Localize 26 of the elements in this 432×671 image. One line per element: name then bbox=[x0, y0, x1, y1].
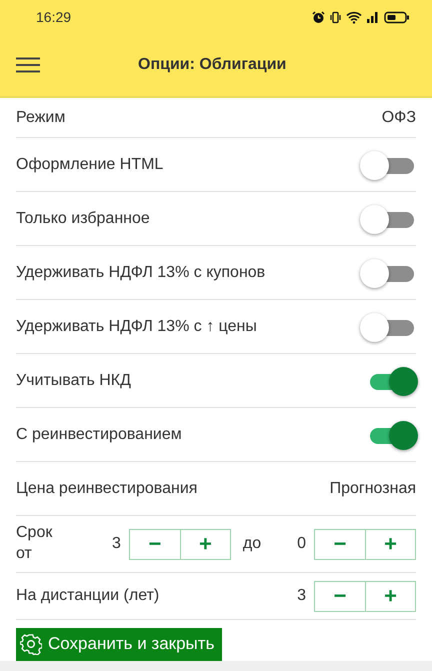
vibrate-icon bbox=[329, 10, 342, 24]
gear-icon bbox=[20, 632, 42, 655]
save-and-close-button[interactable]: Сохранить и закрыть bbox=[16, 628, 222, 660]
option-label: Учитывать НКД bbox=[16, 370, 132, 390]
option-label: С реинвестированием bbox=[16, 424, 183, 444]
stepper-value: 0 bbox=[297, 534, 306, 554]
option-value: Прогнозная bbox=[330, 478, 416, 498]
option-label: Цена реинвестирования bbox=[16, 478, 198, 498]
signal-icon bbox=[366, 11, 380, 23]
option-label: Оформление HTML bbox=[16, 154, 164, 174]
option-label: Срок от bbox=[16, 523, 54, 564]
option-label: Режим bbox=[16, 108, 66, 128]
option-label: Удерживать НДФЛ 13% с купонов bbox=[16, 262, 266, 282]
range-separator: до bbox=[242, 534, 262, 554]
wifi-icon bbox=[346, 10, 362, 24]
option-label: На дистанции (лет) bbox=[16, 586, 160, 606]
option-label: Удерживать НДФЛ 13% с ↑ цены bbox=[16, 316, 258, 336]
alarm-icon bbox=[312, 10, 325, 24]
status-time: 16:29 bbox=[36, 8, 72, 26]
menu-icon[interactable] bbox=[16, 57, 40, 73]
option-label: Только избранное bbox=[16, 208, 151, 228]
screen-title: Опции: Облигации bbox=[138, 55, 286, 75]
battery-icon bbox=[384, 10, 410, 24]
stepper-value: 3 bbox=[297, 586, 306, 606]
stepper-value: 3 bbox=[112, 534, 121, 554]
option-value: ОФЗ bbox=[382, 108, 416, 128]
